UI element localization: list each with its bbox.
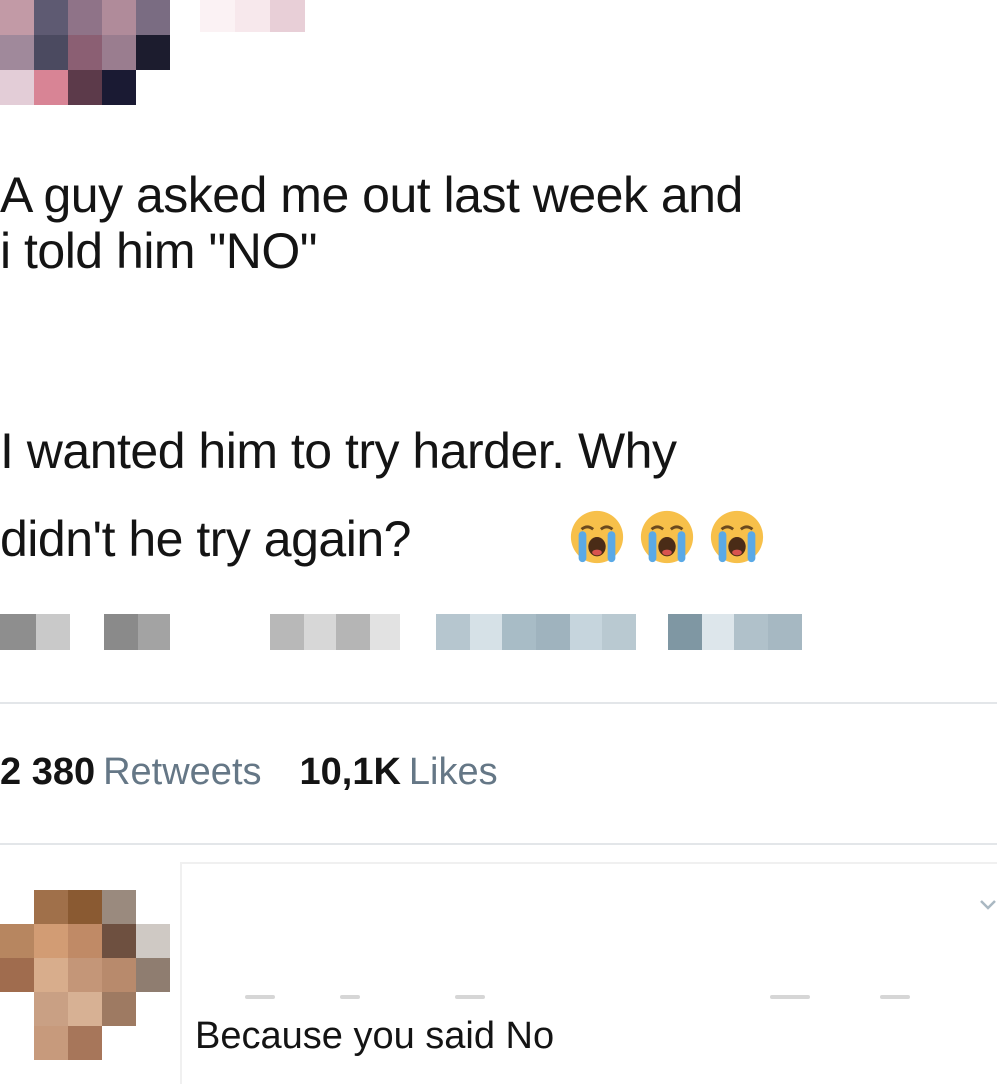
author-avatar[interactable] (0, 0, 170, 105)
tweet-text-line-1: A guy asked me out last week and (0, 167, 743, 223)
reply-header-censored (455, 995, 485, 999)
divider (0, 702, 997, 704)
divider (0, 843, 997, 845)
loudly-crying-face-icon (638, 508, 696, 566)
author-name-censored[interactable] (200, 0, 305, 32)
reply-author-avatar[interactable] (0, 890, 170, 1060)
likes-count[interactable]: 10,1K (300, 751, 401, 793)
tweet-text-line-3: I wanted him to try harder. Why (0, 423, 677, 479)
chevron-down-icon[interactable] (978, 895, 997, 915)
retweets-label[interactable]: Retweets (103, 751, 261, 793)
loudly-crying-face-icon (568, 508, 626, 566)
tweet-text-line-2: i told him "NO" (0, 223, 317, 279)
likes-label[interactable]: Likes (409, 751, 498, 793)
reply-header-censored (770, 995, 810, 999)
reply-text: Because you said No (195, 1015, 555, 1057)
reply-header-censored (340, 995, 360, 999)
loudly-crying-face-icon (708, 508, 766, 566)
engagement-stats: 2 380 Retweets 10,1K Likes (0, 748, 536, 796)
emoji-group (568, 508, 766, 566)
tweet-text-line-4: didn't he try again? (0, 511, 411, 567)
retweets-count[interactable]: 2 380 (0, 751, 95, 793)
tweet-metadata-censored (0, 614, 810, 650)
reply-header-censored (245, 995, 275, 999)
reply-header-censored (880, 995, 910, 999)
